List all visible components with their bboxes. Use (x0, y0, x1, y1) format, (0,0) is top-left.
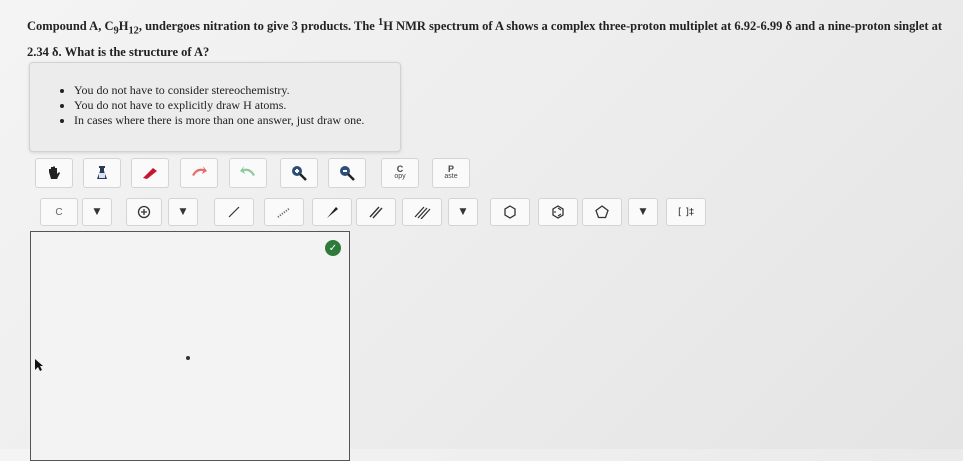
hashed-bond-button[interactable] (264, 198, 304, 226)
flask-icon (97, 166, 107, 179)
redo-arrow-icon (240, 166, 255, 176)
benzene-ring-icon (552, 205, 564, 219)
charge-dropdown[interactable]: ▼ (168, 198, 198, 226)
single-bond-icon (228, 206, 240, 218)
undo-button[interactable] (180, 158, 218, 188)
paste-button[interactable]: Paste (432, 158, 470, 188)
chevron-down-icon: ▼ (639, 207, 647, 217)
triple-bond-button[interactable] (402, 198, 442, 226)
instructions-box: You do not have to consider stereochemis… (29, 62, 401, 152)
bond-dropdown[interactable]: ▼ (448, 198, 478, 226)
drawing-canvas[interactable] (30, 231, 350, 461)
instruction-item: You do not have to consider stereochemis… (74, 83, 400, 98)
check-status-icon: ✓ (325, 240, 341, 256)
bracket-label: [ ]‡ (678, 206, 694, 218)
element-carbon-button[interactable]: C (40, 198, 78, 226)
zoom-in-button[interactable] (280, 158, 318, 188)
element-dropdown[interactable]: ▼ (82, 198, 112, 226)
ring-dropdown[interactable]: ▼ (628, 198, 658, 226)
bracket-button[interactable]: [ ]‡ (666, 198, 706, 226)
copy-label: Copy (394, 164, 406, 181)
cyclopropane-ring-button[interactable] (490, 198, 530, 226)
hand-tool-button[interactable] (35, 158, 73, 188)
question-text: Compound A, C9H12, undergoes nitration t… (27, 17, 943, 59)
chevron-down-icon: ▼ (179, 207, 187, 217)
instructions-list: You do not have to consider stereochemis… (30, 83, 400, 128)
zoom-out-icon (340, 166, 355, 181)
undo-arrow-icon (192, 166, 207, 176)
plus-charge-icon (137, 205, 151, 219)
pentagon-ring-icon (595, 205, 609, 219)
chevron-down-icon: ▼ (459, 207, 467, 217)
hexagon-ring-icon (504, 205, 516, 219)
charge-tool-button[interactable] (126, 198, 162, 226)
double-bond-button[interactable] (356, 198, 396, 226)
zoom-in-icon (292, 166, 307, 181)
single-bond-button[interactable] (214, 198, 254, 226)
paste-label: Paste (444, 164, 458, 181)
redo-button[interactable] (229, 158, 267, 188)
benzene-ring-button[interactable] (538, 198, 578, 226)
element-label: C (55, 206, 63, 218)
pentagon-ring-button[interactable] (582, 198, 622, 226)
template-tool-button[interactable] (83, 158, 121, 188)
wedge-bond-button[interactable] (312, 198, 352, 226)
wedge-bond-icon (327, 207, 338, 218)
hashed-bond-icon (277, 207, 291, 218)
copy-button[interactable]: Copy (381, 158, 419, 188)
mouse-cursor-icon (35, 359, 43, 371)
canvas-atom-dot (186, 356, 190, 360)
instruction-item: You do not have to explicitly draw H ato… (74, 98, 400, 113)
chevron-down-icon: ▼ (93, 207, 101, 217)
zoom-out-button[interactable] (328, 158, 366, 188)
instruction-item: In cases where there is more than one an… (74, 113, 400, 128)
hand-icon (49, 166, 60, 179)
eraser-button[interactable] (131, 158, 169, 188)
eraser-icon (143, 168, 157, 179)
triple-bond-icon (414, 206, 431, 219)
double-bond-icon (369, 206, 383, 219)
